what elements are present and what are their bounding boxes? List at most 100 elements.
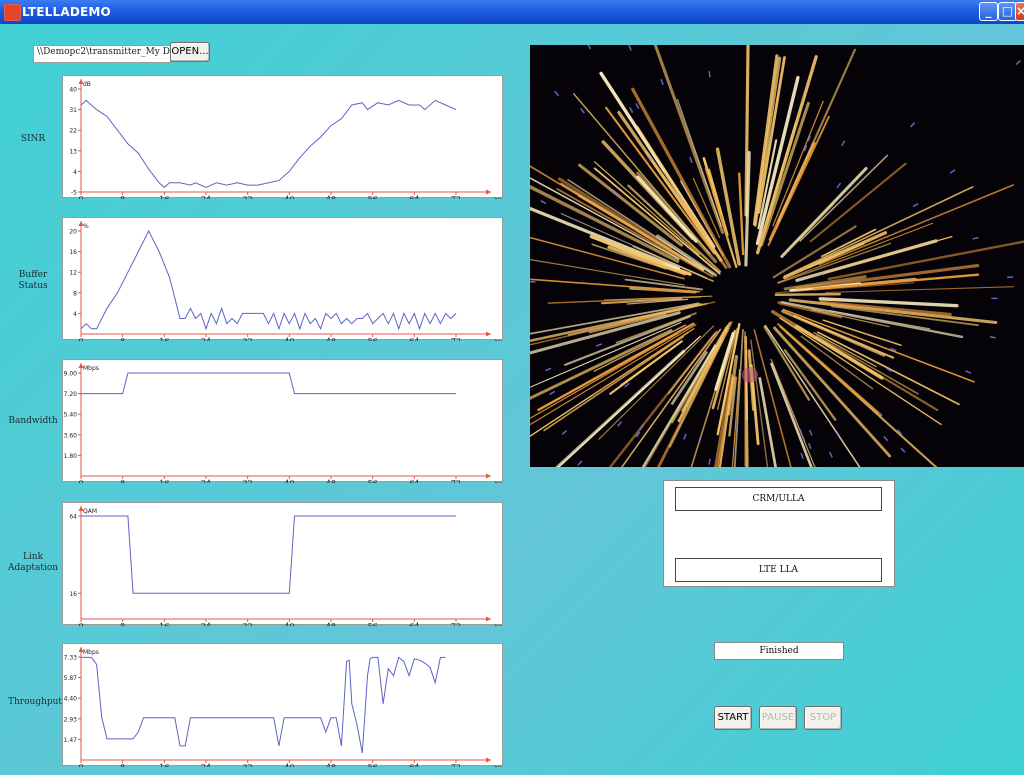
x-tick-label: 64 <box>409 195 419 199</box>
firework-spark <box>579 107 585 114</box>
firework-core <box>742 367 758 383</box>
chart-svg: dB 0 8 16 24 32 40 48 56 64 72 t/s 40 31 22 13 4 -5 <box>69 79 503 199</box>
firework-spark <box>801 435 806 443</box>
series-line <box>81 656 446 754</box>
bandwidth-chart: Mbps 0 8 16 24 32 40 48 56 64 72 t/s 9.00 7.20 5.40 3.6… <box>62 359 503 483</box>
firework-spark <box>910 122 916 128</box>
firework-streak <box>774 292 842 296</box>
firework-spark <box>949 169 956 174</box>
x-tick-label: 72 <box>451 479 461 483</box>
firework-spark <box>545 367 552 372</box>
x-tick-label: 56 <box>368 763 378 767</box>
x-tick-label: 64 <box>409 622 419 626</box>
link-adaptation-chart: QAM 0 8 16 24 32 40 48 56 64 72 t/s 64 16 <box>62 502 503 626</box>
firework-spark <box>629 107 634 113</box>
x-tick-label: 40 <box>284 763 294 767</box>
y-tick-label: 16 <box>69 249 77 256</box>
close-button[interactable]: × <box>1015 2 1024 21</box>
x-tick-label: 40 <box>284 479 294 483</box>
status-field: Finished <box>714 642 844 660</box>
y-tick-label: 7.33 <box>64 655 78 662</box>
y-tick-label: 2.93 <box>64 716 78 723</box>
stop-button[interactable]: STOP <box>804 706 842 730</box>
sinr-chart: dB 0 8 16 24 32 40 48 56 64 72 t/s 40 31 22 13 4 -5 <box>62 75 503 199</box>
minimize-button[interactable]: _ <box>979 2 998 21</box>
x-tick-label: 16 <box>159 479 169 483</box>
buffer-status-chart: % 0 8 16 24 32 40 48 56 64 72 t/s 20 16 12 8 4 <box>62 217 503 341</box>
x-tick-label: 64 <box>409 479 419 483</box>
open-button[interactable]: OPEN... <box>170 42 210 62</box>
sinr-label: SINR <box>20 134 46 144</box>
x-tick-label: 40 <box>284 622 294 626</box>
firework-streak <box>818 184 1014 266</box>
bandwidth-label: Bandwidth <box>8 416 58 426</box>
firework-spark <box>828 451 833 458</box>
y-unit-label: QAM <box>83 508 97 515</box>
y-unit-label: Mbps <box>83 365 99 372</box>
x-axis-arrow <box>486 189 491 195</box>
y-tick-label: 5.87 <box>64 675 78 682</box>
x-tick-label: 8 <box>120 479 125 483</box>
x-tick-label: 72 <box>451 622 461 626</box>
crm-ulla-button[interactable]: CRM/ULLA <box>675 487 882 511</box>
x-unit-label: t/s <box>495 339 503 341</box>
firework-spark <box>807 442 812 450</box>
maximize-icon: □ <box>1001 4 1014 18</box>
x-axis-arrow <box>486 616 491 622</box>
x-tick-label: 8 <box>120 622 125 626</box>
lte-lla-button[interactable]: LTE LLA <box>675 558 882 582</box>
y-tick-label: 64 <box>69 514 77 521</box>
y-tick-label: 4 <box>73 311 77 318</box>
x-tick-label: 8 <box>120 195 125 199</box>
firework-spark <box>799 428 803 435</box>
y-tick-label: 1.47 <box>64 737 78 744</box>
x-tick-label: 48 <box>326 195 336 199</box>
x-tick-label: 72 <box>451 337 461 341</box>
firework-spark <box>841 140 846 147</box>
x-tick-label: 56 <box>368 195 378 199</box>
x-tick-label: 0 <box>78 763 83 767</box>
x-tick-label: 0 <box>78 337 83 341</box>
x-unit-label: t/s <box>495 765 503 767</box>
y-tick-label: 31 <box>69 107 77 114</box>
firework-spark <box>708 71 711 78</box>
y-tick-label: 9.00 <box>64 371 78 378</box>
firework-spark <box>540 200 547 205</box>
x-tick-label: 40 <box>284 195 294 199</box>
x-unit-label: t/s <box>495 624 503 626</box>
y-tick-label: 1.80 <box>64 453 78 460</box>
firework-streak <box>783 186 974 277</box>
x-tick-label: 0 <box>78 195 83 199</box>
firework-spark <box>683 433 687 440</box>
close-icon: × <box>1016 4 1024 18</box>
start-button[interactable]: START <box>714 706 752 730</box>
y-tick-label: 7.20 <box>64 391 78 398</box>
series-line <box>80 99 457 189</box>
series-line <box>81 515 456 594</box>
firework-spark <box>708 458 711 465</box>
firework-spark <box>689 156 693 164</box>
x-tick-label: 24 <box>201 195 211 199</box>
link-adaptation-label: Link Adaptation <box>8 552 59 573</box>
pause-button[interactable]: PAUSE <box>759 706 797 730</box>
firework-streak <box>738 172 745 256</box>
x-axis-arrow <box>486 473 491 479</box>
y-tick-label: 40 <box>69 87 77 94</box>
x-tick-label: 72 <box>451 195 461 199</box>
y-tick-label: 8 <box>73 290 77 297</box>
x-tick-label: 8 <box>120 337 125 341</box>
x-tick-label: 24 <box>201 479 211 483</box>
x-tick-label: 16 <box>159 195 169 199</box>
firework-streak <box>715 147 741 266</box>
x-tick-label: 16 <box>159 337 169 341</box>
throughput-chart: Mbps 0 8 16 24 32 40 48 56 64 72 t/s 7.33 5.87 4.40 2.9… <box>62 643 503 767</box>
x-tick-label: 16 <box>159 622 169 626</box>
firework-burst <box>530 45 1024 467</box>
x-tick-label: 32 <box>243 622 253 626</box>
throughput-label: Throughput <box>8 697 63 707</box>
y-unit-label: dB <box>83 81 91 88</box>
firework-spark <box>989 336 996 339</box>
x-tick-label: 56 <box>368 337 378 341</box>
firework-spark <box>1015 59 1021 66</box>
file-path-field[interactable]: \\Demopc2\transmitter_My Docs <box>33 45 171 63</box>
